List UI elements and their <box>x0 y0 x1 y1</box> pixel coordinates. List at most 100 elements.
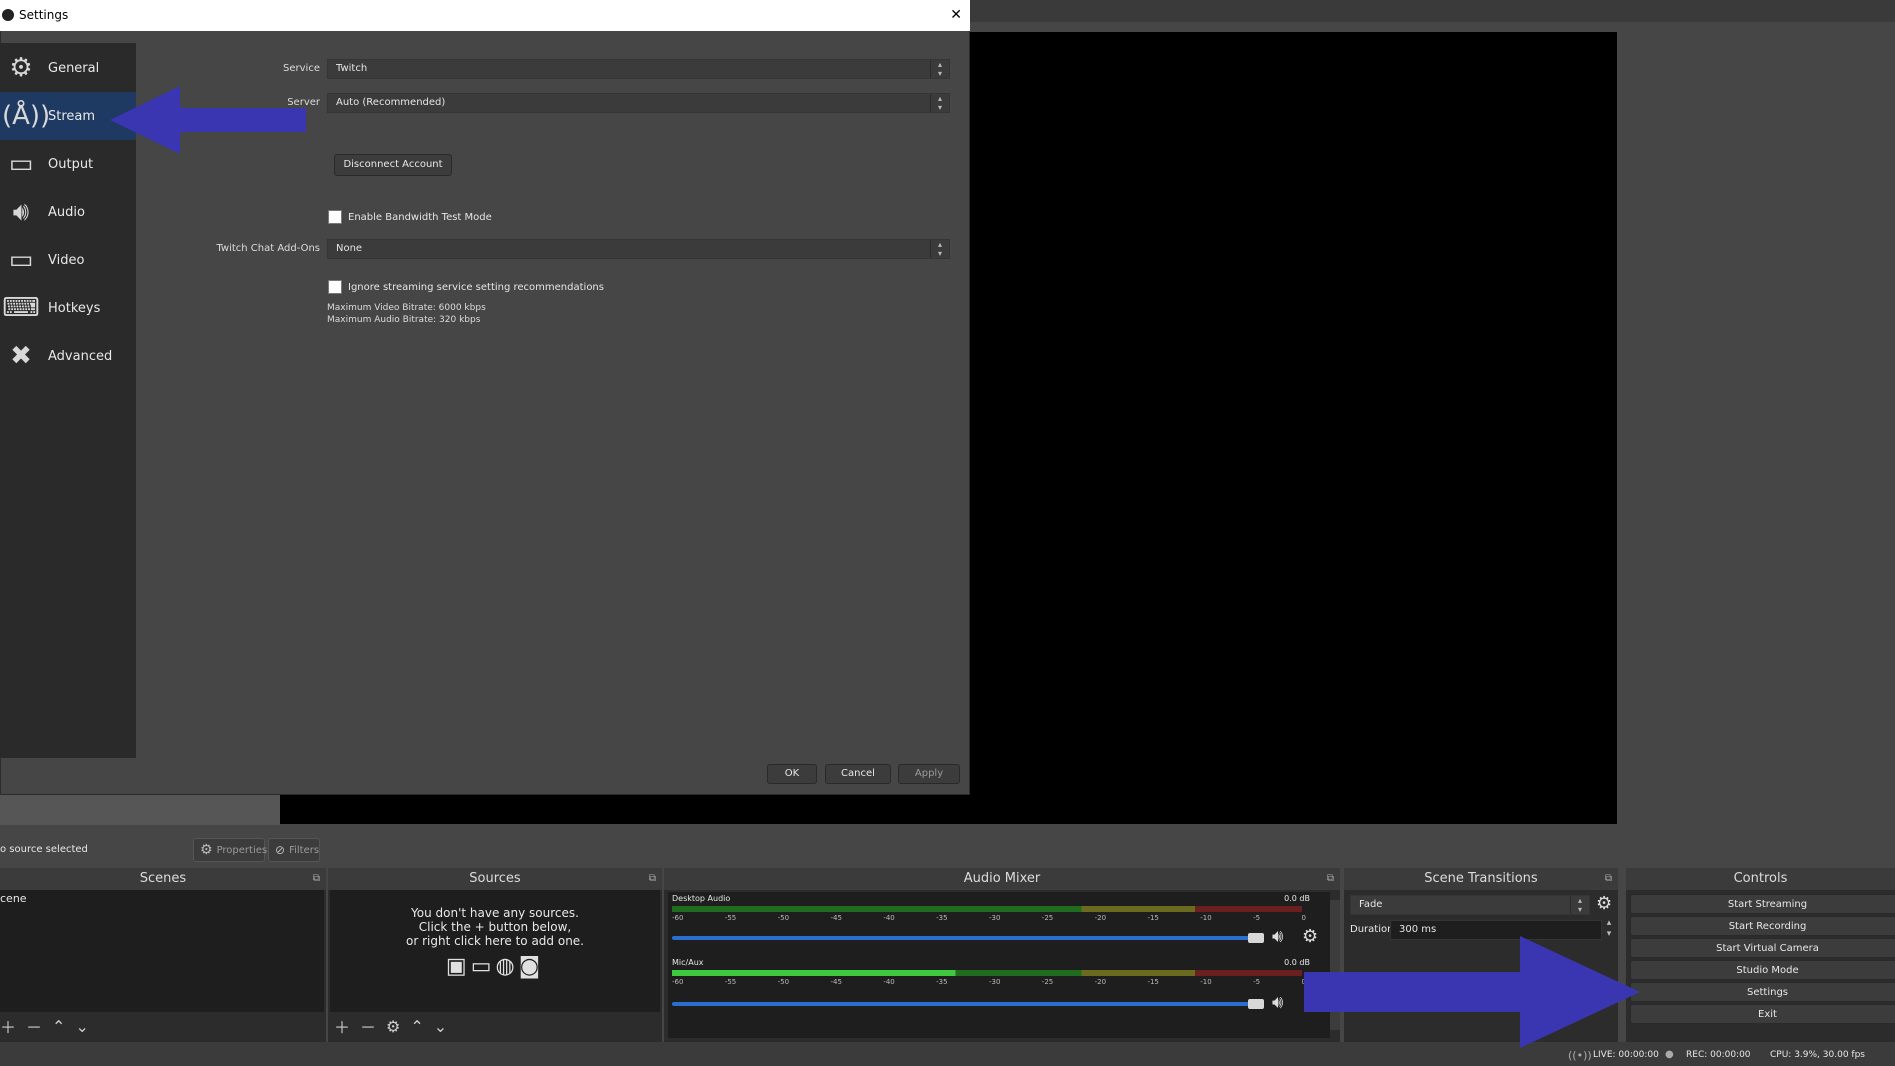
source-type-icons: ▣▭◍◙ <box>330 954 660 979</box>
cpu-status: CPU: 3.9%, 30.00 fps <box>1770 1050 1865 1060</box>
start-recording-button[interactable]: Start Recording <box>1630 916 1895 936</box>
antenna-icon: ((Å)) <box>0 101 51 131</box>
undock-icon[interactable]: ⧉ <box>649 868 656 890</box>
volume-slider-handle[interactable] <box>1248 933 1264 943</box>
spin-arrows-icon: ▴ ▾ <box>930 60 949 78</box>
empty-sources-line1: You don't have any sources. <box>411 906 579 920</box>
spin-arrows-icon: ▴ ▾ <box>930 94 949 112</box>
empty-sources-line2: Click the + button below, <box>418 920 572 934</box>
volume-slider[interactable] <box>672 936 1256 940</box>
nav-item-hotkeys[interactable]: ⌨ Hotkeys <box>0 284 136 332</box>
keyboard-icon: ⌨ <box>2 293 40 323</box>
volume-meter <box>672 970 1302 976</box>
gear-icon[interactable]: ⚙ <box>386 1017 400 1036</box>
annotation-arrow-left <box>110 86 306 154</box>
channel-name: Mic/Aux <box>672 958 704 967</box>
settings-button[interactable]: Settings <box>1630 982 1895 1002</box>
meter-ticks: -60 -55 -50 -45 -40 -35 -30 -25 -20 -15 -10 -5 0 <box>672 914 1306 922</box>
speaker-icon[interactable]: 🔊︎ <box>1272 992 1283 1013</box>
duration-label: Duration <box>1350 924 1394 935</box>
speaker-icon: 🔊︎ <box>12 196 30 227</box>
undock-icon[interactable]: ⧉ <box>1327 868 1334 890</box>
channel-name: Desktop Audio <box>672 894 731 903</box>
gear-icon[interactable]: ⚙ <box>1596 893 1612 914</box>
ignore-recommendations-label: Ignore streaming service setting recomme… <box>348 282 604 293</box>
start-streaming-button[interactable]: Start Streaming <box>1630 894 1895 914</box>
live-timer: LIVE: 00:00:00 <box>1593 1050 1659 1060</box>
monitor-icon: ▭ <box>8 245 34 275</box>
move-down-icon[interactable]: ⌄ <box>75 1017 88 1036</box>
image-icon: ▣ <box>445 954 471 979</box>
bandwidth-test-checkbox[interactable] <box>328 210 342 224</box>
sources-list[interactable]: You don't have any sources. Click the + … <box>330 890 660 1012</box>
service-select[interactable]: Twitch ▴ ▾ <box>327 59 950 79</box>
nav-item-advanced[interactable]: ✖ Advanced <box>0 332 136 380</box>
start-virtual-camera-button[interactable]: Start Virtual Camera <box>1630 938 1895 958</box>
nav-label: General <box>48 60 100 76</box>
filter-icon: ⊘ <box>275 843 286 857</box>
spin-arrows-icon: ▴ ▾ <box>930 240 949 258</box>
settings-title: Settings <box>19 8 69 22</box>
max-video-bitrate: Maximum Video Bitrate: 6000 kbps <box>327 303 486 313</box>
add-icon[interactable]: ＋ <box>0 1014 16 1038</box>
service-label: Service <box>283 63 320 74</box>
scenes-toolbar: ＋ － ⌃ ⌄ <box>0 1014 324 1038</box>
remove-icon[interactable]: － <box>26 1014 42 1038</box>
nav-label: Advanced <box>48 348 113 364</box>
studio-mode-button[interactable]: Studio Mode <box>1630 960 1895 980</box>
scenes-list[interactable]: cene <box>0 890 324 1012</box>
move-up-icon[interactable]: ⌃ <box>410 1017 423 1036</box>
volume-slider-handle[interactable] <box>1248 999 1264 1009</box>
camera-icon: ◙ <box>518 954 545 979</box>
move-up-icon[interactable]: ⌃ <box>52 1017 65 1036</box>
cancel-button[interactable]: Cancel <box>825 764 891 784</box>
scene-transitions-title: Scene Transitions ⧉ <box>1344 868 1618 890</box>
controls-title: Controls <box>1626 868 1895 890</box>
server-select[interactable]: Auto (Recommended) ▴ ▾ <box>327 93 950 113</box>
nav-label: Hotkeys <box>48 300 101 316</box>
rec-icon: ● <box>1665 1049 1674 1060</box>
properties-button[interactable]: ⚙ Properties <box>193 838 268 862</box>
undock-icon[interactable]: ⧉ <box>313 868 320 890</box>
nav-item-general[interactable]: ⚙ General <box>0 44 136 92</box>
remove-icon[interactable]: － <box>360 1014 376 1038</box>
move-down-icon[interactable]: ⌄ <box>434 1017 447 1036</box>
settings-titlebar: Settings ✕ <box>0 0 970 31</box>
audio-mixer-body: Desktop Audio 0.0 dB -60 -55 -50 -45 -40 -35-… <box>668 892 1340 1038</box>
sources-dock-title: Sources ⧉ <box>328 868 662 890</box>
scenes-dock-title: Scenes ⧉ <box>0 868 326 890</box>
close-icon[interactable]: ✕ <box>950 0 962 31</box>
transition-select[interactable]: Fade ▴ ▾ <box>1350 895 1590 915</box>
ignore-recommendations-checkbox[interactable] <box>328 280 342 294</box>
preview-background <box>0 795 280 825</box>
obs-logo-icon <box>2 9 14 21</box>
volume-slider[interactable] <box>672 1002 1256 1006</box>
no-source-label: o source selected <box>0 844 88 855</box>
display-icon: ▭ <box>470 954 496 979</box>
empty-sources-line3: or right click here to add one. <box>406 934 584 948</box>
filters-button[interactable]: ⊘ Filters <box>268 838 320 862</box>
apply-button[interactable]: Apply <box>898 764 960 784</box>
sources-toolbar: ＋ － ⚙ ⌃ ⌄ <box>334 1014 658 1038</box>
annotation-arrow-right <box>1304 936 1640 1048</box>
add-icon[interactable]: ＋ <box>334 1014 350 1038</box>
audio-mixer-title: Audio Mixer ⧉ <box>664 868 1340 890</box>
filters-label: Filters <box>289 844 320 856</box>
ok-button[interactable]: OK <box>767 764 817 784</box>
speaker-icon[interactable]: 🔊︎ <box>1272 926 1283 947</box>
scene-item[interactable]: cene <box>0 890 324 907</box>
chat-addons-select[interactable]: None ▴ ▾ <box>327 239 950 259</box>
spin-arrows-icon: ▴ ▾ <box>1570 896 1589 914</box>
nav-label: Output <box>48 156 94 172</box>
disconnect-account-button[interactable]: Disconnect Account <box>334 154 452 176</box>
exit-button[interactable]: Exit <box>1630 1004 1895 1024</box>
properties-label: Properties <box>216 844 268 856</box>
bandwidth-test-label: Enable Bandwidth Test Mode <box>348 212 492 223</box>
gear-icon: ⚙ <box>200 842 213 858</box>
globe-icon: ◍ <box>495 954 519 979</box>
nav-label: Stream <box>48 108 96 124</box>
nav-item-video[interactable]: ▭ Video <box>0 236 136 284</box>
rec-timer: REC: 00:00:00 <box>1686 1050 1751 1060</box>
undock-icon[interactable]: ⧉ <box>1605 868 1612 890</box>
nav-item-audio[interactable]: 🔊︎ Audio <box>0 188 136 236</box>
